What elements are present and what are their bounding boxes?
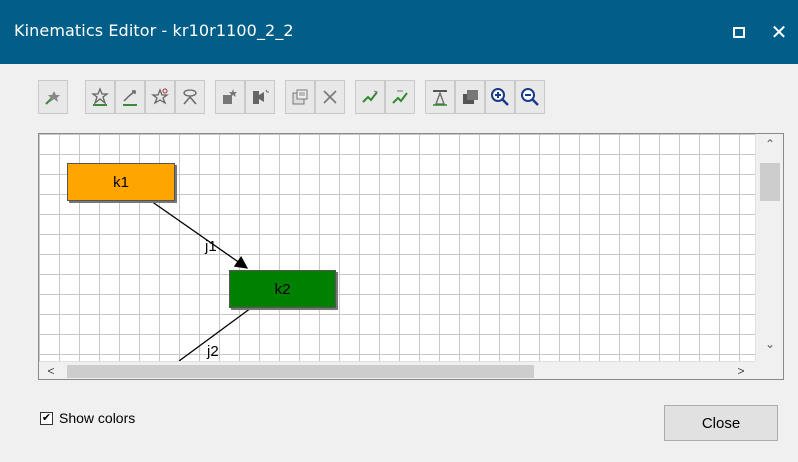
set-tool-icon — [253, 89, 269, 104]
zoom-in-button[interactable] — [485, 80, 515, 114]
zoom-out-icon — [521, 88, 539, 106]
toolbar — [38, 80, 738, 116]
vertical-scroll-thumb[interactable] — [760, 163, 780, 201]
zoom-in-icon — [491, 88, 509, 106]
joint-label-j1[interactable]: j1 — [205, 238, 217, 255]
tcp-frame-icon — [433, 90, 447, 106]
set-base-button[interactable] — [215, 80, 245, 114]
scroll-right-icon[interactable]: > — [729, 362, 753, 379]
delete-button[interactable] — [315, 80, 345, 114]
joint-dependency-icon — [183, 89, 197, 105]
add-joint-button[interactable] — [85, 80, 115, 114]
title-bar: Kinematics Editor - kr10r1100_2_2 ✕ — [0, 0, 798, 64]
scroll-left-icon[interactable]: < — [39, 362, 63, 379]
maximize-button[interactable] — [724, 18, 754, 46]
scroll-up-icon[interactable]: ⌃ — [756, 134, 783, 154]
check-icon: ✔ — [41, 411, 52, 424]
joint-label-j2[interactable]: j2 — [207, 343, 219, 360]
closed-loop-icon — [392, 90, 408, 104]
delete-icon — [323, 90, 337, 104]
tcp-frame-button[interactable] — [425, 80, 455, 114]
show-colors-checkbox[interactable]: ✔ — [40, 411, 53, 425]
node-label: k1 — [113, 173, 129, 191]
open-loop-icon — [362, 90, 378, 103]
close-icon: ✕ — [770, 20, 788, 44]
close-window-button[interactable]: ✕ — [764, 18, 794, 46]
link-joints-button[interactable] — [115, 80, 145, 114]
scroll-corner — [755, 361, 783, 379]
set-tool-button[interactable] — [245, 80, 275, 114]
add-node-icon — [45, 91, 60, 105]
zoom-out-button[interactable] — [515, 80, 545, 114]
add-node-button[interactable] — [38, 80, 68, 114]
show-colors-option[interactable]: ✔ Show colors — [40, 410, 135, 426]
link-joints-icon — [123, 90, 137, 106]
diagram-canvas[interactable]: k1 k2 j1 j2 ⌃ ⌄ < > — [38, 133, 784, 380]
set-base-icon — [223, 89, 237, 104]
horizontal-scrollbar[interactable]: < > — [39, 361, 755, 379]
horizontal-scroll-thumb[interactable] — [67, 365, 534, 378]
add-joint-icon — [91, 87, 109, 106]
layers-icon — [463, 90, 478, 104]
node-k2[interactable]: k2 — [229, 270, 336, 308]
node-k1[interactable]: k1 — [67, 163, 175, 201]
node-label: k2 — [274, 280, 291, 298]
maximize-icon — [733, 26, 745, 38]
properties-icon — [292, 89, 308, 105]
joint-link-j1[interactable] — [150, 200, 249, 269]
scroll-down-icon[interactable]: ⌄ — [756, 334, 783, 354]
properties-button[interactable] — [285, 80, 315, 114]
closed-loop-button[interactable] — [385, 80, 415, 114]
vertical-scrollbar[interactable]: ⌃ ⌄ — [755, 134, 783, 361]
close-button[interactable]: Close — [664, 405, 778, 441]
open-loop-button[interactable] — [355, 80, 385, 114]
window-title: Kinematics Editor - kr10r1100_2_2 — [14, 21, 294, 40]
show-colors-label[interactable]: Show colors — [59, 410, 135, 426]
close-button-label: Close — [701, 414, 741, 432]
joint-properties-icon — [151, 88, 169, 105]
layers-button[interactable] — [455, 80, 485, 114]
joint-properties-button[interactable] — [145, 80, 175, 114]
joint-dependency-button[interactable] — [175, 80, 205, 114]
